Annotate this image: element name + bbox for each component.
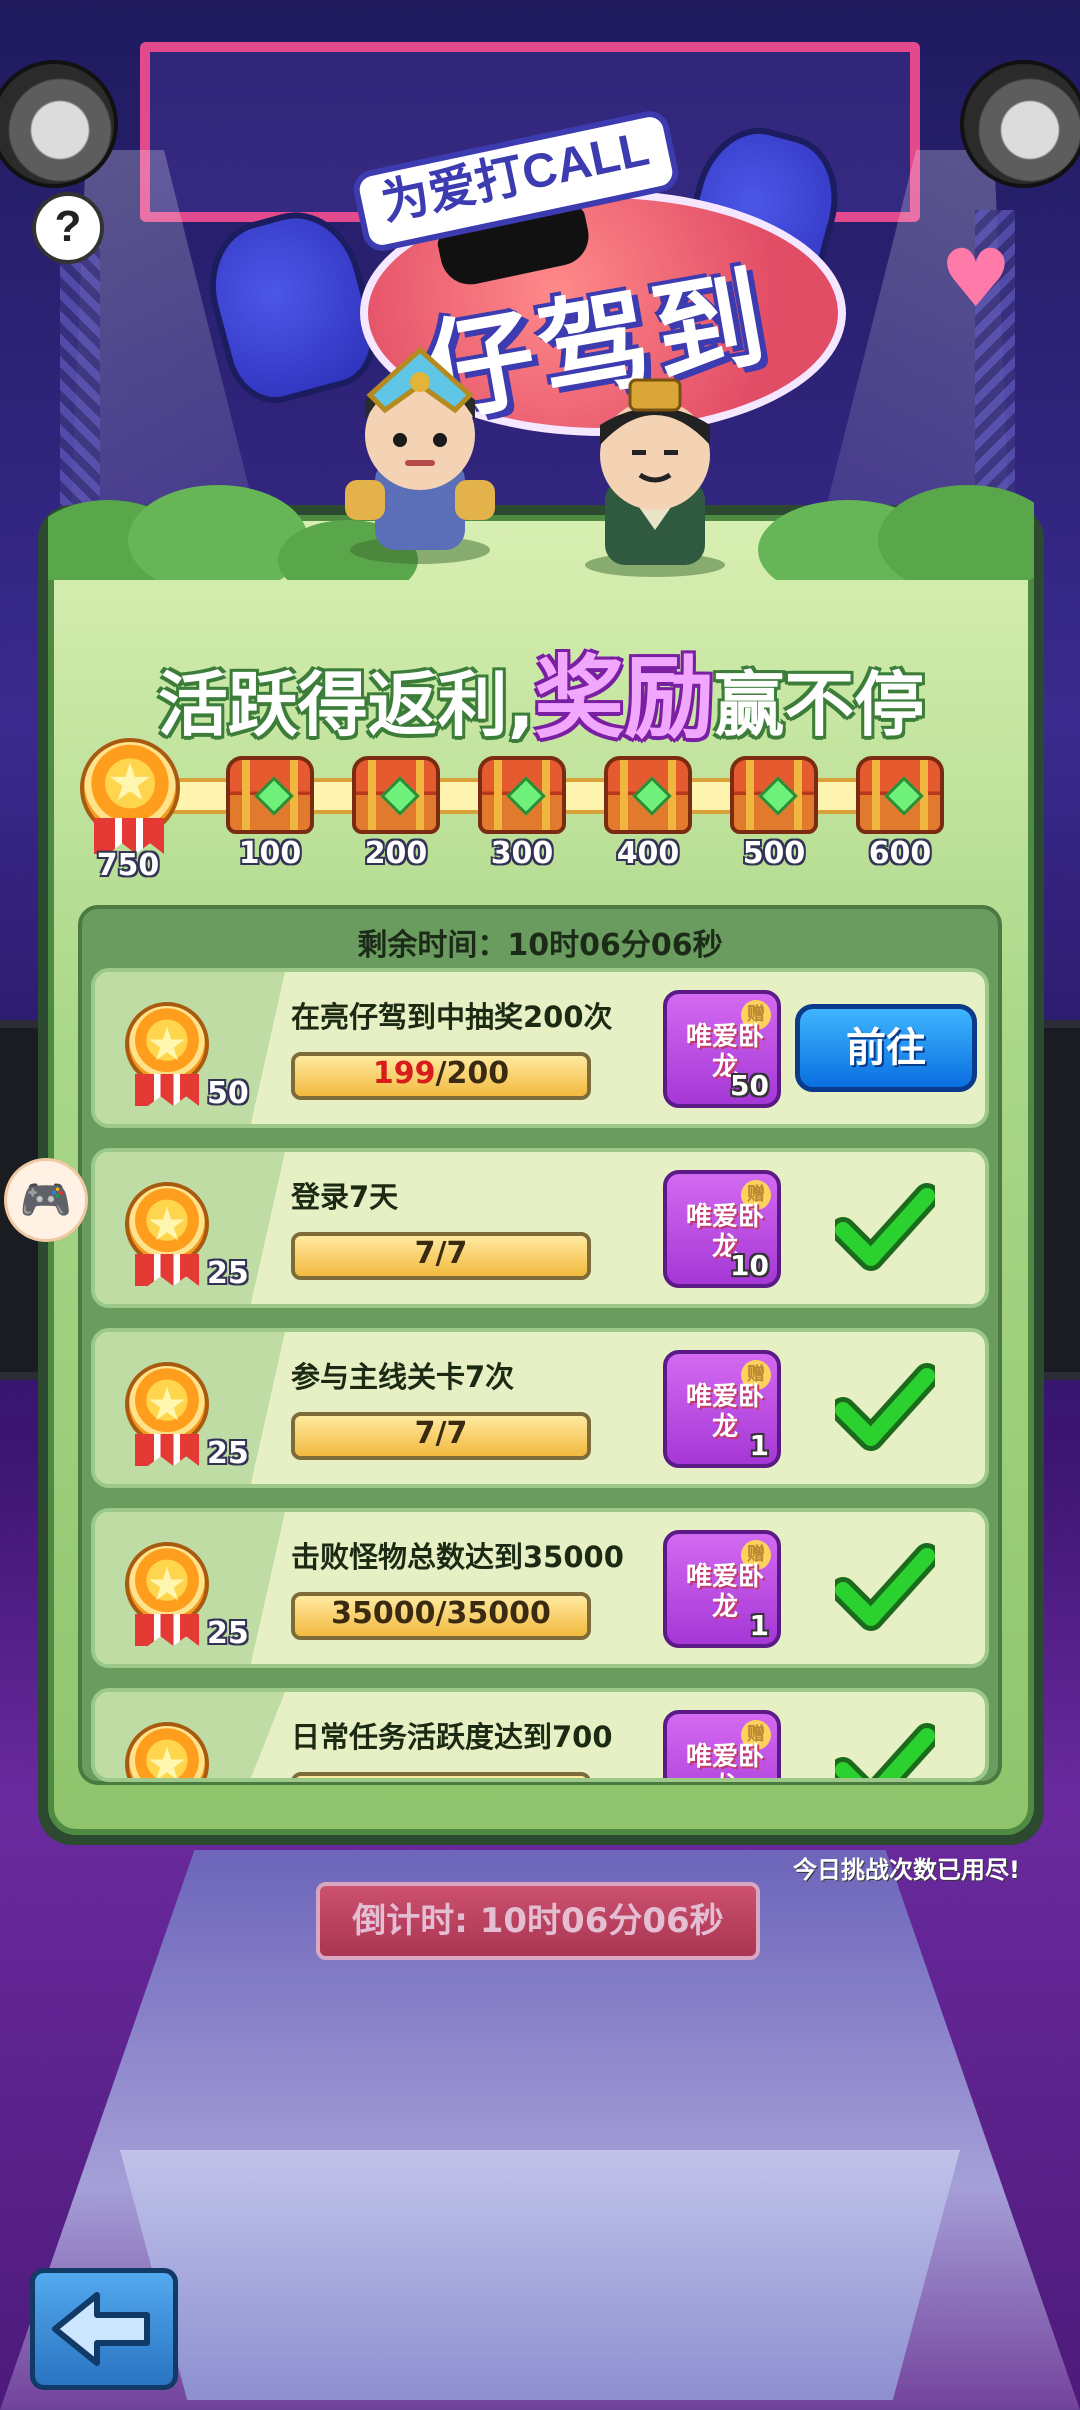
spotlight-right-icon <box>960 60 1080 188</box>
countdown-button[interactable]: 倒计时: 10时06分06秒 <box>316 1882 760 1960</box>
progress-text: 700/700 <box>373 1776 509 1778</box>
task-row: ★ 25 登录7天 7/7 赠唯爱卧龙 10 <box>91 1148 989 1308</box>
character-zhugeliang <box>585 378 725 577</box>
star-medal-icon: ★ <box>125 1362 209 1446</box>
check-icon <box>835 1183 935 1271</box>
task-progress-bar: 7/7 <box>291 1412 591 1460</box>
task-name: 参与主线关卡7次 <box>291 1360 515 1394</box>
milestone-label: 600 <box>868 836 932 871</box>
gamepad-float-button[interactable]: 🎮 <box>4 1158 88 1242</box>
back-arrow-icon <box>52 2292 150 2366</box>
task-row: ★ 50 在亮仔驾到中抽奖200次 199/200 赠唯爱卧龙 50 前往 <box>91 968 989 1128</box>
challenge-limit-note: 今日挑战次数已用尽! <box>793 1856 1020 1884</box>
reward-count: 50 <box>730 1069 769 1102</box>
task-progress-bar: 7/7 <box>291 1232 591 1280</box>
question-icon: ? <box>54 202 82 251</box>
star-medal-icon: ★ <box>125 1002 209 1086</box>
reward-item[interactable]: 赠唯爱卧龙1 <box>663 1530 781 1648</box>
headline-suffix: 赢不停 <box>714 664 925 746</box>
remaining-time: 剩余时间：10时06分06秒 <box>357 928 723 963</box>
go-button[interactable]: 前往 <box>795 1004 977 1092</box>
panel-bushes <box>48 485 1034 580</box>
reward-item[interactable]: 赠唯爱卧龙1 <box>663 1350 781 1468</box>
check-icon <box>835 1543 935 1631</box>
task-name: 击败怪物总数达到35000 <box>291 1540 624 1574</box>
task-progress-bar: 199/200 <box>291 1052 591 1100</box>
reward-name: 唯爱卧龙 <box>685 1742 764 1778</box>
treasure-chest-icon[interactable] <box>604 756 692 834</box>
milestone-label: 100 <box>238 836 302 871</box>
progress-total: /200 <box>435 1056 510 1091</box>
progress-text: 7/7 <box>414 1236 468 1271</box>
reward-count: 10 <box>730 1249 769 1282</box>
treasure-chest-icon[interactable] <box>226 756 314 834</box>
stage-step <box>120 2150 960 2400</box>
milestone-label: 300 <box>490 836 554 871</box>
task-name: 日常任务活跃度达到700 <box>291 1720 613 1754</box>
reward-count: 1 <box>749 1429 769 1462</box>
task-progress-bar: 700/700 <box>291 1772 591 1778</box>
task-row: ★ 25 参与主线关卡7次 7/7 赠唯爱卧龙 1 <box>91 1328 989 1488</box>
task-progress-bar: 35000/35000 <box>291 1592 591 1640</box>
task-name: 在亮仔驾到中抽奖200次 <box>291 1000 613 1034</box>
help-button[interactable]: ? <box>32 192 104 264</box>
task-points: 25 <box>207 1256 249 1291</box>
treasure-chest-icon[interactable] <box>478 756 566 834</box>
task-name: 登录7天 <box>291 1180 399 1214</box>
check-icon <box>835 1363 935 1451</box>
star-medal-icon: ★ <box>125 1182 209 1266</box>
headline-highlight: 奖励 <box>534 646 715 751</box>
progress-current: 199 <box>372 1056 436 1091</box>
back-button[interactable] <box>30 2268 178 2390</box>
treasure-chest-icon[interactable] <box>856 756 944 834</box>
current-points-label: 750 <box>96 848 160 883</box>
task-points: 50 <box>207 1076 249 1111</box>
reward-count: 1 <box>749 1609 769 1642</box>
progress-text: 7/7 <box>414 1416 468 1451</box>
reward-item[interactable]: 赠唯爱卧龙1 <box>663 1710 781 1778</box>
heart-icon: ♥ <box>940 232 1012 325</box>
progress-text: 35000/35000 <box>331 1596 551 1631</box>
treasure-chest-icon[interactable] <box>352 756 440 834</box>
star-medal-icon: ★ <box>125 1542 209 1626</box>
headline-prefix: 活跃得返利, <box>157 664 535 746</box>
milestone-label: 200 <box>364 836 428 871</box>
reward-item[interactable]: 赠唯爱卧龙 10 <box>663 1170 781 1288</box>
star-medal-icon: ★ <box>125 1722 209 1778</box>
panel-headline: 活跃得返利,奖励赢不停 <box>48 625 1034 751</box>
task-points: 25 <box>207 1436 249 1471</box>
milestone-label: 400 <box>616 836 680 871</box>
check-icon <box>835 1723 935 1778</box>
task-row: ★25日常任务活跃度达到700700/700赠唯爱卧龙1 <box>91 1688 989 1782</box>
gamepad-icon: 🎮 <box>19 1175 73 1224</box>
task-row: ★ 25 击败怪物总数达到35000 35000/35000 赠唯爱卧龙 1 <box>91 1508 989 1668</box>
reward-item[interactable]: 赠唯爱卧龙 50 <box>663 990 781 1108</box>
task-points: 25 <box>207 1616 249 1651</box>
character-zhaoyun <box>345 346 495 564</box>
milestone-label: 500 <box>742 836 806 871</box>
treasure-chest-icon[interactable] <box>730 756 818 834</box>
